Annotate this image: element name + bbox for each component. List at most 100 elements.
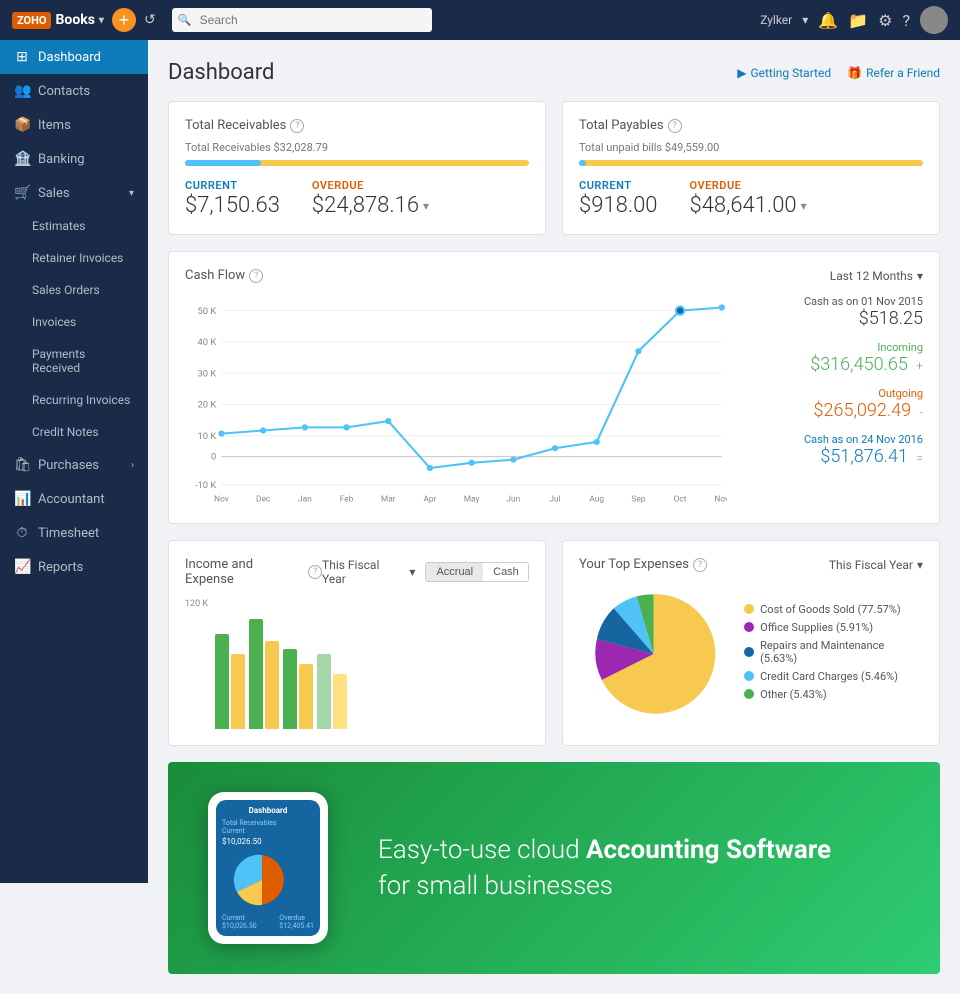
bar-group-3 (283, 649, 313, 729)
legend-dot-3 (744, 647, 754, 657)
sidebar-item-dashboard[interactable]: ⊞ Dashboard (0, 40, 148, 74)
phone-current-label: Current (222, 827, 314, 835)
outgoing-symbol: - (920, 405, 923, 419)
outgoing-block: Outgoing $265,092.49 - (743, 387, 923, 421)
avatar[interactable] (920, 6, 948, 34)
legend-item-5: Other (5.43%) (744, 688, 923, 701)
svg-text:2016: 2016 (421, 503, 440, 504)
top-expenses-card: Your Top Expenses ? This Fiscal Year ▾ (562, 540, 940, 746)
cashflow-help-icon[interactable]: ? (249, 269, 263, 283)
cashflow-svg: 50 K 40 K 30 K 20 K 10 K 0 -10 K (185, 295, 727, 503)
receivables-current-label: CURRENT (185, 179, 237, 192)
svg-text:0: 0 (211, 452, 216, 463)
income-expense-filter-icon: ▾ (409, 565, 415, 579)
purchases-icon: 🛍 (14, 457, 30, 473)
legend-label-2: Office Supplies (5.91%) (760, 621, 873, 634)
payables-progress (579, 160, 923, 166)
settings-icon[interactable]: ⚙ (878, 11, 892, 30)
sidebar-item-recurring-invoices[interactable]: Recurring Invoices (0, 384, 148, 416)
sidebar-item-banking[interactable]: 🏦 Banking (0, 142, 148, 176)
accrual-cash-toggle: Accrual Cash (425, 562, 529, 582)
add-button[interactable]: + (112, 8, 136, 32)
sidebar-item-items[interactable]: 📦 Items (0, 108, 148, 142)
receivables-title: Total Receivables ? (185, 118, 529, 133)
user-name[interactable]: Zylker (760, 13, 792, 27)
sidebar-label-invoices: Invoices (32, 315, 76, 329)
sidebar-item-credit-notes[interactable]: Credit Notes (0, 416, 148, 448)
sidebar-item-estimates[interactable]: Estimates (0, 210, 148, 242)
receivables-overdue-label: OVERDUE (312, 179, 364, 192)
income-bar (283, 649, 297, 729)
receivables-overdue-dropdown-icon[interactable]: ▾ (423, 199, 429, 213)
payables-overdue-label: OVERDUE (689, 179, 741, 192)
sidebar-item-reports[interactable]: 📈 Reports (0, 550, 148, 584)
payables-current-block: CURRENT $918.00 (579, 178, 657, 218)
legend-item-2: Office Supplies (5.91%) (744, 621, 923, 634)
receivables-help-icon[interactable]: ? (290, 119, 304, 133)
sidebar-label-purchases: Purchases (38, 458, 99, 473)
files-icon[interactable]: 📁 (848, 11, 868, 30)
notification-icon[interactable]: 🔔 (818, 11, 838, 30)
sidebar-item-sales[interactable]: 🛒 Sales ▾ (0, 176, 148, 210)
sidebar-label-accountant: Accountant (38, 492, 105, 507)
sidebar-label-recurring-invoices: Recurring Invoices (32, 393, 130, 407)
expense-bar (333, 674, 347, 729)
accrual-button[interactable]: Accrual (426, 563, 483, 581)
cash-opening-block: Cash as on 01 Nov 2015 $518.25 (743, 295, 923, 329)
search-input[interactable] (172, 8, 432, 32)
help-icon[interactable]: ? (902, 11, 910, 30)
income-expense-chart: 120 K (185, 599, 529, 729)
sidebar-label-timesheet: Timesheet (38, 526, 99, 541)
sidebar-item-sales-orders[interactable]: Sales Orders (0, 274, 148, 306)
payables-help-icon[interactable]: ? (668, 119, 682, 133)
phone-current-footer: Current$10,026.50 (222, 914, 257, 930)
payables-current-label: CURRENT (579, 179, 631, 192)
svg-text:10 K: 10 K (198, 431, 217, 442)
svg-text:20 K: 20 K (198, 400, 217, 411)
cashflow-filter[interactable]: Last 12 Months ▾ (830, 269, 923, 283)
sidebar-label-retainer: Retainer Invoices (32, 251, 123, 265)
promo-line2: for small businesses (378, 868, 831, 904)
sidebar-item-contacts[interactable]: 👥 Contacts (0, 74, 148, 108)
sales-icon: 🛒 (14, 185, 30, 201)
cash-final-symbol: = (916, 451, 923, 465)
sidebar-item-payments-received[interactable]: Payments Received (0, 338, 148, 384)
sidebar-item-purchases[interactable]: 🛍 Purchases › (0, 448, 148, 482)
receivables-subtitle: Total Receivables $32,028.79 (185, 141, 529, 154)
pie-chart-svg (579, 584, 728, 724)
refresh-icon[interactable]: ↺ (144, 12, 156, 28)
app-logo: ZOHO Books ▾ (12, 12, 104, 29)
logo-dropdown-icon[interactable]: ▾ (99, 15, 104, 26)
getting-started-button[interactable]: ▶ Getting Started (737, 66, 831, 80)
svg-text:30 K: 30 K (198, 368, 217, 379)
top-expenses-filter[interactable]: This Fiscal Year ▾ (829, 558, 923, 572)
sidebar-item-retainer[interactable]: Retainer Invoices (0, 242, 148, 274)
payables-overdue-dropdown-icon[interactable]: ▾ (801, 199, 807, 213)
expense-bar (265, 641, 279, 729)
reports-icon: 📈 (14, 559, 30, 575)
sidebar-label-sales-orders: Sales Orders (32, 283, 100, 297)
outgoing-value: $265,092.49 - (743, 400, 923, 421)
refer-friend-button[interactable]: 🎁 Refer a Friend (847, 66, 940, 80)
income-expense-filter[interactable]: This Fiscal Year ▾ (322, 558, 415, 586)
legend-label-4: Credit Card Charges (5.46%) (760, 670, 898, 683)
phone-screen: Dashboard Total Receivables Current $10,… (216, 800, 320, 936)
phone-mockup: Dashboard Total Receivables Current $10,… (208, 792, 328, 944)
sidebar-label-dashboard: Dashboard (38, 50, 101, 65)
page-title: Dashboard (168, 60, 274, 85)
payables-amounts: CURRENT $918.00 OVERDUE $48,641.00 ▾ (579, 178, 923, 218)
incoming-label: Incoming (743, 341, 923, 354)
user-dropdown-icon[interactable]: ▾ (802, 13, 808, 27)
cash-button[interactable]: Cash (483, 563, 529, 581)
payables-overdue-amount: $48,641.00 ▾ (689, 193, 806, 218)
expense-bar (299, 664, 313, 729)
payables-progress-current (579, 160, 586, 166)
sidebar-item-accountant[interactable]: 📊 Accountant (0, 482, 148, 516)
sidebar-item-timesheet[interactable]: ⏱ Timesheet (0, 516, 148, 550)
top-expenses-help-icon[interactable]: ? (693, 558, 707, 572)
sidebar-item-invoices[interactable]: Invoices (0, 306, 148, 338)
svg-text:40 K: 40 K (198, 337, 217, 348)
banking-icon: 🏦 (14, 151, 30, 167)
income-expense-help-icon[interactable]: ? (308, 565, 322, 579)
incoming-block: Incoming $316,450.65 + (743, 341, 923, 375)
